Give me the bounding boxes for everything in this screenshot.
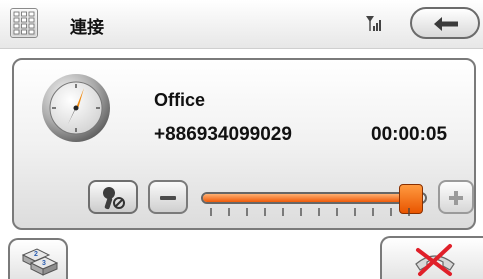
volume-slider[interactable] xyxy=(201,192,427,204)
keypad-toggle-button[interactable]: 2 3 xyxy=(8,238,68,279)
volume-fill xyxy=(203,194,410,202)
volume-down-button[interactable] xyxy=(148,180,188,214)
mute-button[interactable] xyxy=(88,180,138,214)
call-duration: 00:00:05 xyxy=(371,124,448,145)
svg-text:2: 2 xyxy=(34,251,38,258)
signal-icon xyxy=(365,14,383,37)
hang-up-button[interactable] xyxy=(380,236,483,279)
hang-up-icon xyxy=(415,244,455,276)
page-title: 連接 xyxy=(70,18,104,37)
phone-number: +886934099029 xyxy=(154,124,292,145)
keypad-icon[interactable] xyxy=(10,8,38,38)
back-arrow-icon xyxy=(434,17,458,31)
microphone-mute-icon xyxy=(103,187,125,210)
back-button[interactable] xyxy=(410,7,480,39)
volume-up-button[interactable] xyxy=(438,180,474,214)
header-bar: 連接 xyxy=(0,0,483,49)
volume-ticks xyxy=(210,208,410,216)
clock-icon xyxy=(40,72,112,149)
call-panel: Office +886934099029 00:00:05 xyxy=(12,58,476,230)
keypad-tiles-icon: 2 3 xyxy=(21,248,59,276)
svg-text:3: 3 xyxy=(42,260,46,267)
contact-name: Office xyxy=(154,90,206,110)
